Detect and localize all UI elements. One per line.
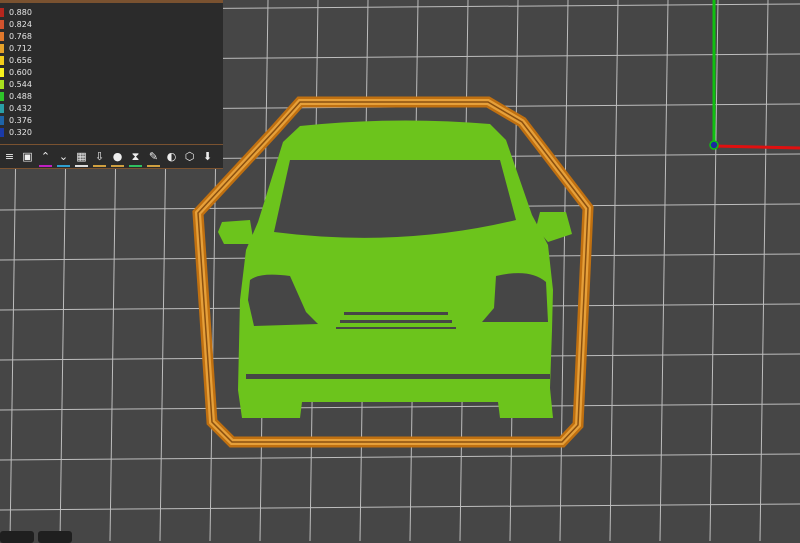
legend-panel: 0.880 0.824 0.768 0.712 0.656 0.600 0.544 0.488… [0, 0, 223, 169]
x-axis [713, 144, 800, 150]
export-icon: ⬇ [202, 150, 213, 163]
active-indicator [147, 165, 160, 167]
legend-value: 0.768 [9, 31, 32, 41]
origin-marker [709, 140, 719, 150]
axes [709, 0, 800, 150]
color-button[interactable]: ● [110, 149, 125, 167]
legend-value: 0.824 [9, 19, 32, 29]
legend-item: 0.768 [0, 30, 32, 42]
tool-icon: ✎ [148, 150, 159, 163]
legend-swatch [0, 115, 4, 125]
layers-icon: ≡ [4, 150, 15, 163]
cube-button[interactable]: ⬡ [182, 149, 197, 164]
legend-value: 0.320 [9, 127, 32, 137]
legend-value: 0.712 [9, 43, 32, 53]
object-button[interactable]: ▣ [20, 149, 35, 164]
support-button[interactable]: ⇩ [92, 149, 107, 167]
legend-swatch [0, 67, 4, 77]
active-indicator [129, 165, 142, 167]
legend-swatch [0, 79, 4, 89]
center-button[interactable]: ◐ [164, 149, 179, 164]
legend-value: 0.432 [9, 103, 32, 113]
active-indicator [75, 165, 88, 167]
top-layer-icon: ⌃ [40, 150, 51, 163]
legend-value: 0.880 [9, 7, 32, 17]
legend-swatch [0, 43, 4, 53]
infill-icon: ▦ [76, 150, 87, 163]
legend-swatch [0, 31, 4, 41]
legend-item: 0.880 [0, 6, 32, 18]
legend-item: 0.712 [0, 42, 32, 54]
hourglass-button[interactable]: ⧗ [128, 149, 143, 167]
legend-swatch [0, 103, 4, 113]
legend-swatch [0, 127, 4, 137]
legend-value: 0.544 [9, 79, 32, 89]
legend-item: 0.544 [0, 78, 32, 90]
bottom-controls [0, 531, 72, 543]
legend-item: 0.432 [0, 102, 32, 114]
legend-swatch [0, 19, 4, 29]
legend-value: 0.376 [9, 115, 32, 125]
legend-item: 0.824 [0, 18, 32, 30]
legend-item: 0.488 [0, 90, 32, 102]
legend-item: 0.600 [0, 66, 32, 78]
object-icon: ▣ [22, 150, 33, 163]
bottom-layer-icon: ⌄ [58, 150, 69, 163]
active-indicator [39, 165, 52, 167]
legend-swatch [0, 91, 4, 101]
view-button[interactable] [0, 531, 34, 543]
legend-value: 0.656 [9, 55, 32, 65]
view-toolbar: ≡ ▣ ⌃ ⌄ ▦ ⇩ ● ⧗ ✎ ◐ ⬡ ⬇ [0, 144, 223, 168]
bottom-layer-button[interactable]: ⌄ [56, 149, 71, 167]
layers-button[interactable]: ≡ [2, 149, 17, 164]
view-button[interactable] [38, 531, 72, 543]
infill-button[interactable]: ▦ [74, 149, 89, 167]
legend-item: 0.656 [0, 54, 32, 66]
active-indicator [111, 165, 124, 167]
legend-value: 0.488 [9, 91, 32, 101]
tool-button[interactable]: ✎ [146, 149, 161, 167]
legend-value: 0.600 [9, 67, 32, 77]
legend-item: 0.320 [0, 126, 32, 138]
support-icon: ⇩ [94, 150, 105, 163]
legend-swatch [0, 7, 4, 17]
hourglass-icon: ⧗ [131, 149, 140, 163]
legend-top-border [0, 0, 223, 3]
center-icon: ◐ [166, 150, 177, 163]
color-icon: ● [112, 150, 123, 163]
legend-item: 0.376 [0, 114, 32, 126]
cube-icon: ⬡ [184, 150, 195, 163]
active-indicator [57, 165, 70, 167]
top-layer-button[interactable]: ⌃ [38, 149, 53, 167]
legend-swatch [0, 55, 4, 65]
export-button[interactable]: ⬇ [200, 149, 215, 164]
active-indicator [93, 165, 106, 167]
